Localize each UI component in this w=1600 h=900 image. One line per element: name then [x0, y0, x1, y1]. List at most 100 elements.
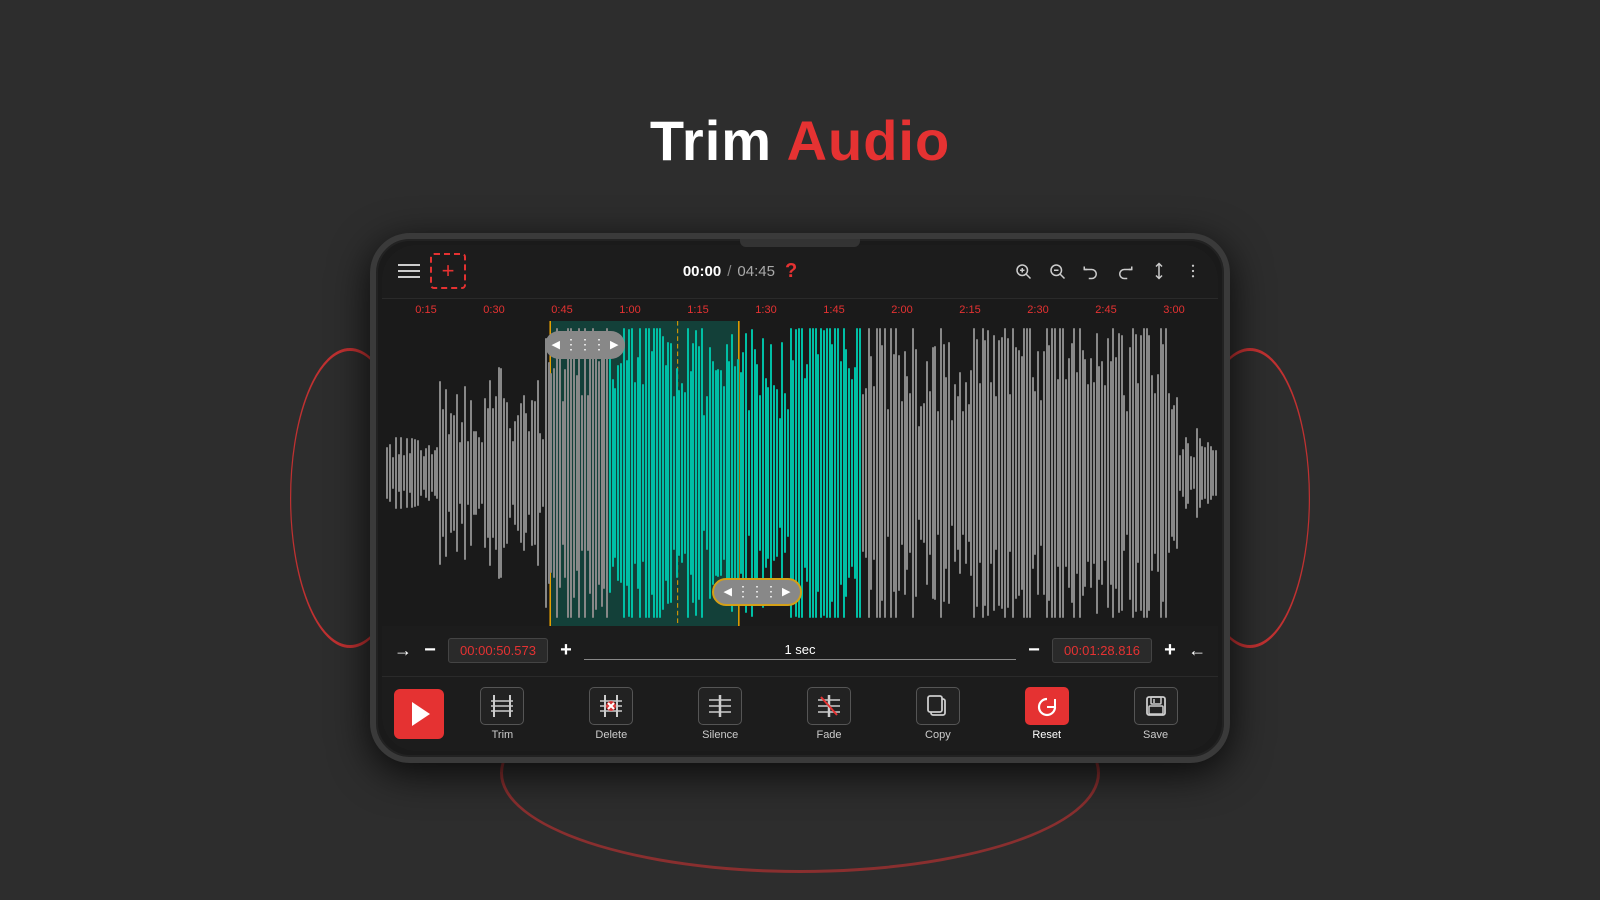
- right-minus-button[interactable]: −: [1022, 639, 1046, 662]
- bottom-controls: → − 00:00:50.573 + 1 sec − 00:01:28.816 …: [382, 626, 1218, 676]
- waveform-bar: [770, 344, 772, 603]
- zoom-in-icon[interactable]: [1014, 262, 1032, 280]
- waveform-area[interactable]: 0:150:300:451:001:151:301:452:002:152:30…: [382, 299, 1218, 626]
- waveform-bar: [464, 386, 466, 559]
- waveform-bar: [517, 415, 519, 531]
- waveform-canvas[interactable]: ◀ ⋮⋮⋮ ▶ ◀ ⋮⋮⋮ ▶: [382, 321, 1218, 626]
- redo-icon[interactable]: [1116, 262, 1134, 280]
- waveform-bar: [962, 411, 964, 535]
- silence-label: Silence: [702, 729, 738, 741]
- waveform-bar: [1196, 428, 1198, 517]
- waveform-bar: [1132, 328, 1134, 618]
- waveform-bar: [798, 328, 800, 618]
- waveform-bar: [648, 328, 650, 618]
- copy-button[interactable]: Copy: [887, 687, 988, 741]
- waveform-bar: [751, 329, 753, 618]
- waveform-bar: [1079, 328, 1081, 618]
- silence-button[interactable]: Silence: [670, 687, 771, 741]
- waveform-bar: [614, 388, 616, 558]
- waveform-bar: [1160, 328, 1162, 618]
- waveform-bar: [595, 336, 597, 609]
- left-minus-button[interactable]: −: [418, 639, 442, 662]
- ruler-mark: 1:15: [664, 304, 732, 316]
- waveform-bar: [1043, 351, 1045, 595]
- waveform-bar: [442, 409, 444, 536]
- waveform-bar: [787, 409, 789, 536]
- waveform-bar: [792, 360, 794, 586]
- left-trim-handle[interactable]: ◀ ⋮⋮⋮ ▶: [545, 331, 625, 359]
- waveform-bar: [717, 369, 719, 577]
- waveform-bar: [1140, 335, 1142, 612]
- waveform-bar: [1034, 391, 1036, 554]
- play-button[interactable]: [394, 689, 444, 739]
- pitch-icon[interactable]: [1150, 262, 1168, 280]
- waveform-bar: [487, 408, 489, 539]
- waveform-bar: [834, 328, 836, 618]
- waveform-bar: [687, 328, 689, 618]
- left-time-display[interactable]: 00:00:50.573: [448, 638, 548, 663]
- waveform-bar: [957, 396, 959, 550]
- waveform-bar: [987, 330, 989, 616]
- right-plus-button[interactable]: +: [1158, 639, 1182, 662]
- go-to-end-button[interactable]: →: [1188, 640, 1206, 661]
- step-label: 1 sec: [584, 642, 1016, 660]
- waveform-bar: [901, 401, 903, 544]
- waveform-bar: [692, 343, 694, 603]
- waveform-bar: [820, 328, 822, 618]
- waveform-bar: [1171, 409, 1173, 537]
- waveform-bar: [545, 338, 547, 607]
- waveform-bar: [756, 364, 758, 581]
- waveform-bar: [651, 351, 653, 595]
- waveform-bar: [1054, 328, 1056, 618]
- waveform-bar: [1187, 443, 1189, 504]
- waveform-bar: [398, 454, 400, 493]
- waveform-bar: [411, 438, 413, 508]
- waveform-bar: [598, 361, 600, 585]
- go-to-start-button[interactable]: →: [394, 640, 412, 661]
- help-icon[interactable]: ?: [785, 260, 797, 283]
- delete-button[interactable]: Delete: [561, 687, 662, 741]
- menu-button[interactable]: [398, 264, 420, 278]
- timeline-ruler: 0:150:300:451:001:151:301:452:002:152:30…: [382, 299, 1218, 321]
- waveform-bar: [954, 384, 956, 563]
- toolbar-right: [1014, 262, 1202, 280]
- waveform-bar: [815, 328, 817, 618]
- waveform-bar: [898, 355, 900, 591]
- waveform-bar: [812, 328, 814, 618]
- undo-icon[interactable]: [1082, 262, 1100, 280]
- waveform-bar: [920, 406, 922, 540]
- waveform-bar: [653, 328, 655, 618]
- waveform-bar: [873, 386, 875, 561]
- page-title: Trim Audio: [650, 108, 950, 173]
- right-time-display[interactable]: 00:01:28.816: [1052, 638, 1152, 663]
- waveform-bar: [965, 382, 967, 564]
- waveform-bar: [570, 328, 572, 618]
- ruler-mark: 1:00: [596, 304, 664, 316]
- waveform-bar: [1182, 449, 1184, 496]
- waveform-bar: [1051, 328, 1053, 618]
- waveform-bar: [759, 395, 761, 550]
- phone-wrapper: + 00:00 / 04:45 ?: [320, 203, 1280, 793]
- trim-button[interactable]: Trim: [452, 687, 553, 741]
- reset-button[interactable]: Reset: [996, 687, 1097, 741]
- waveform-bar: [1143, 328, 1145, 618]
- toolbar: + 00:00 / 04:45 ?: [382, 245, 1218, 299]
- left-plus-button[interactable]: +: [554, 639, 578, 662]
- zoom-out-icon[interactable]: [1048, 262, 1066, 280]
- add-button[interactable]: +: [430, 253, 466, 289]
- phone-notch: [740, 239, 860, 247]
- waveform-bar: [1087, 384, 1089, 562]
- waveform-bar: [809, 328, 811, 618]
- waveform-bar: [1018, 350, 1020, 597]
- fade-button[interactable]: Fade: [779, 687, 880, 741]
- waveform-bar: [1098, 366, 1100, 581]
- waveform-bar: [893, 354, 895, 592]
- waveform-bar: [567, 328, 569, 618]
- waveform-bar: [542, 439, 544, 507]
- action-bar: Trim: [382, 676, 1218, 751]
- waveform-bar: [484, 398, 486, 549]
- right-trim-handle[interactable]: ◀ ⋮⋮⋮ ▶: [712, 578, 802, 606]
- waveform-bar: [498, 367, 500, 580]
- more-icon[interactable]: [1184, 262, 1202, 280]
- save-button[interactable]: Save: [1105, 687, 1206, 741]
